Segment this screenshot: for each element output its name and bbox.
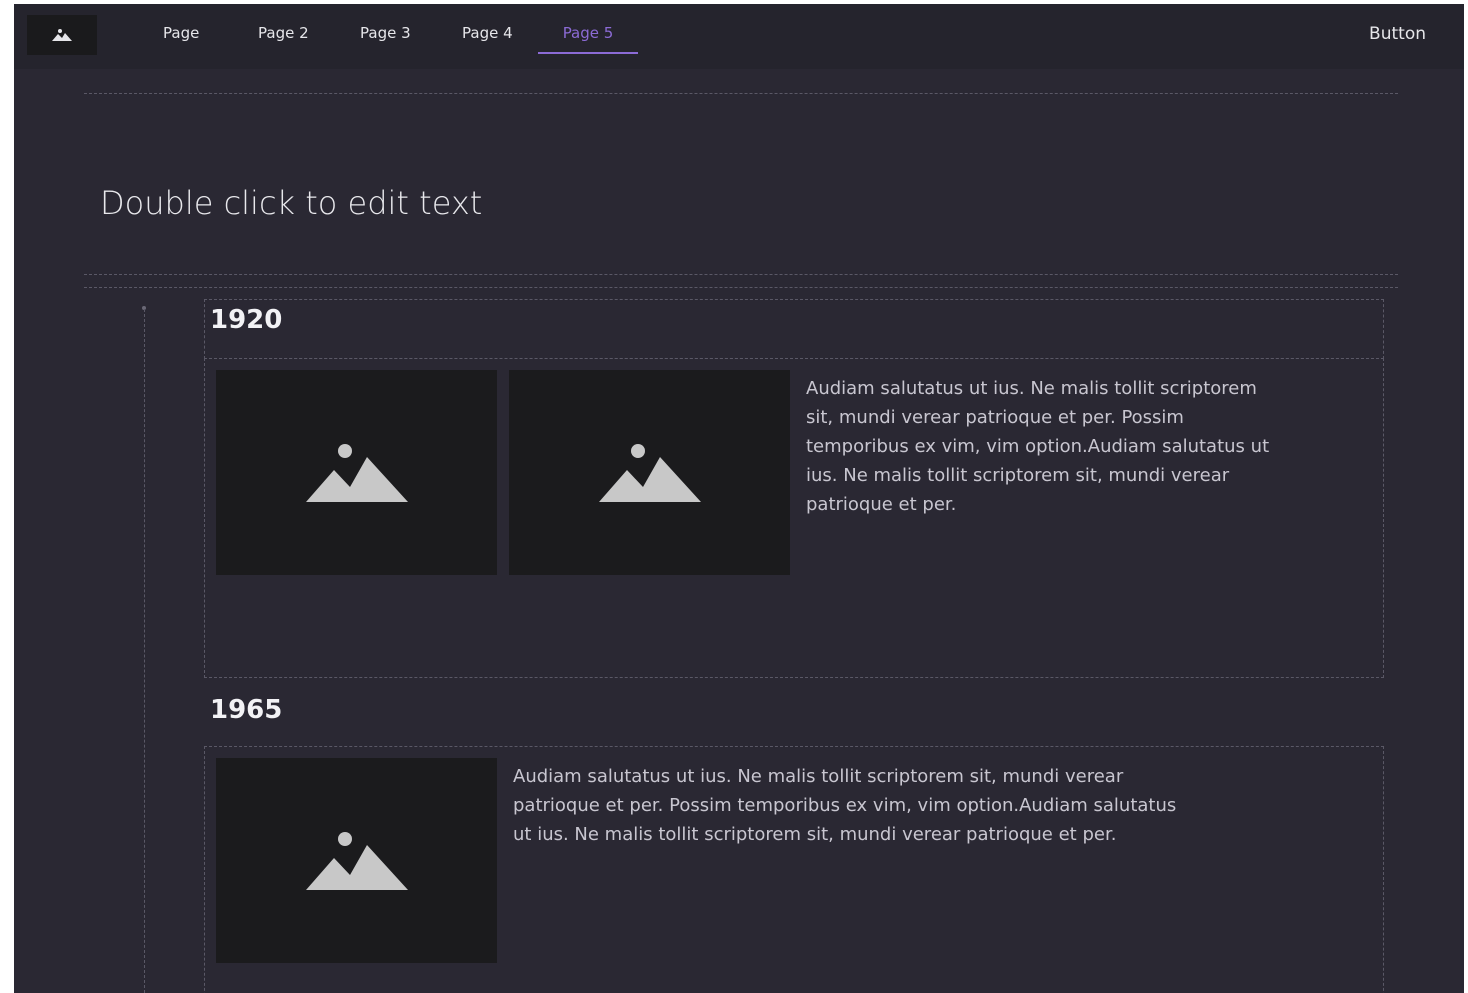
section-divider xyxy=(84,287,1398,288)
image-placeholder-icon xyxy=(305,831,408,890)
section-divider xyxy=(84,274,1398,275)
top-navigation-bar: Page Page 2 Page 3 Page 4 Page 5 Button xyxy=(14,4,1464,69)
nav-item-page-5[interactable]: Page 5 xyxy=(538,18,638,54)
section-divider xyxy=(84,93,1398,94)
timeline-year[interactable]: 1920 xyxy=(210,305,282,335)
logo[interactable] xyxy=(27,15,97,55)
image-placeholder[interactable] xyxy=(216,758,497,963)
image-icon xyxy=(52,29,72,41)
hero-title[interactable]: Double click to edit text xyxy=(100,184,482,222)
nav-item-page-3[interactable]: Page 3 xyxy=(360,18,411,52)
timeline-entry-text[interactable]: Audiam salutatus ut ius. Ne malis tollit… xyxy=(513,762,1193,849)
app-canvas: Page Page 2 Page 3 Page 4 Page 5 Button … xyxy=(14,4,1464,993)
nav-item-page-4[interactable]: Page 4 xyxy=(462,18,513,52)
image-placeholder[interactable] xyxy=(216,370,497,575)
nav-item-page-2[interactable]: Page 2 xyxy=(258,18,309,52)
image-placeholder-icon xyxy=(598,443,701,502)
timeline-entry-header xyxy=(204,299,1384,359)
nav-item-page[interactable]: Page xyxy=(163,18,199,52)
timeline-year[interactable]: 1965 xyxy=(210,695,282,725)
image-placeholder-icon xyxy=(305,443,408,502)
image-placeholder[interactable] xyxy=(509,370,790,575)
timeline-line xyxy=(144,309,145,993)
header-button[interactable]: Button xyxy=(1369,20,1426,48)
timeline-entry-text[interactable]: Audiam salutatus ut ius. Ne malis tollit… xyxy=(806,374,1276,519)
